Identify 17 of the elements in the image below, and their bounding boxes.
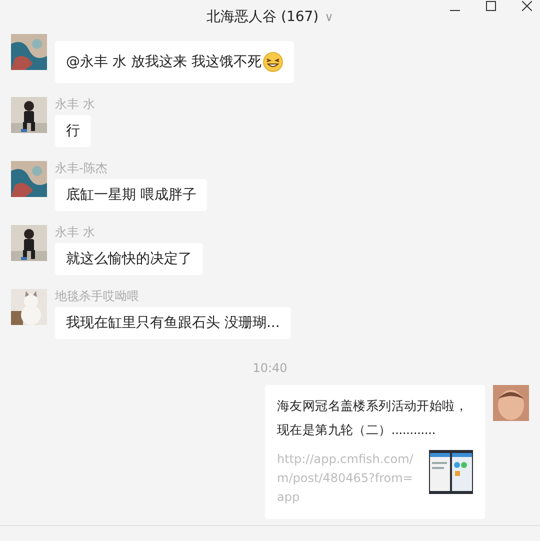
message-text: 就这么愉快的决定了 xyxy=(66,250,192,268)
message-text: 行 xyxy=(66,122,80,140)
maximize-icon[interactable] xyxy=(486,1,496,11)
message-text: @永丰 水 放我这来 我这饿不死 xyxy=(66,53,262,71)
sender-name: 永丰 水 xyxy=(55,97,95,111)
window-title: 北海恶人谷 (167) xyxy=(206,8,319,26)
message-text: 底缸一星期 喂成胖子 xyxy=(66,186,196,204)
link-url: http://app.cmfish.com/m/post/480465?from=app xyxy=(277,451,414,506)
timestamp: 10:40 xyxy=(252,361,288,375)
link-card[interactable]: 海友网冠名盖楼系列活动开始啦，现在是第九轮（二）............ http://app.cmfish.com/m/post/480465?from=app xyxy=(265,385,485,519)
sender-name: 永丰 水 xyxy=(55,225,95,239)
link-title: 海友网冠名盖楼系列活动开始啦，现在是第九轮（二）............ xyxy=(277,397,469,439)
sender-name: 永丰-陈杰 xyxy=(55,161,108,175)
close-icon[interactable] xyxy=(522,1,532,11)
message-text: 我现在缸里只有鱼跟石头 没珊瑚... xyxy=(66,314,280,332)
sender-name: 地毯杀手哎呦喂 xyxy=(55,289,139,303)
grinning-emoji-icon xyxy=(263,52,284,72)
